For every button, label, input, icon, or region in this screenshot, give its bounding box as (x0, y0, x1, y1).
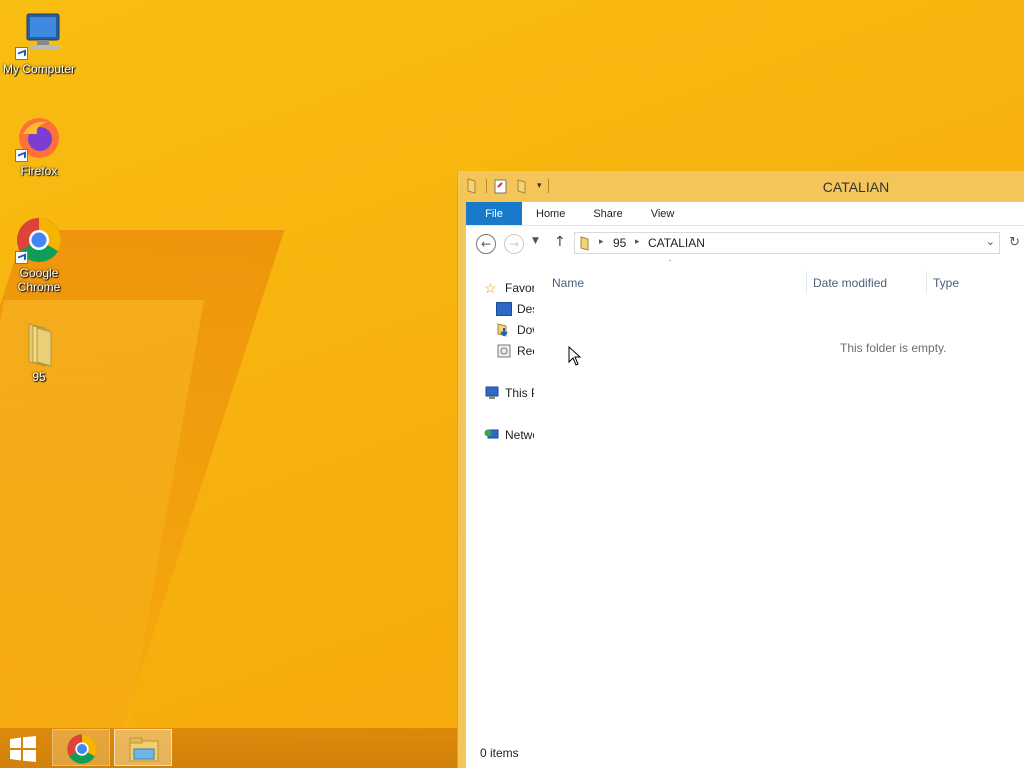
shortcut-arrow-icon (15, 47, 28, 60)
file-explorer-icon (129, 737, 159, 762)
address-row: ← → ▼ ↑ ▸ 95 ▸ CATALIAN ⌄ ↻ (466, 225, 1024, 262)
up-button[interactable]: ↑ (554, 234, 566, 250)
downloads-icon (496, 323, 512, 337)
desktop-icon (496, 302, 512, 316)
taskbar (0, 728, 457, 768)
back-button[interactable]: ← (476, 234, 496, 254)
desktop-icon-google-chrome[interactable]: Google Chrome (1, 216, 77, 294)
chrome-icon (67, 734, 97, 764)
desktop-icon-folder-95[interactable]: 95 (1, 320, 77, 384)
sort-ascending-icon: ˄ (668, 259, 672, 268)
desktop-icon-firefox[interactable]: Firefox (1, 114, 77, 178)
column-header-date-modified[interactable]: Date modified (813, 276, 887, 296)
recent-locations-icon[interactable]: ▼ (532, 236, 539, 246)
refresh-icon[interactable]: ↻ (1009, 235, 1020, 250)
column-divider[interactable] (806, 271, 807, 293)
column-divider[interactable] (926, 271, 927, 293)
nav-item-desktop[interactable]: Desktop (496, 300, 534, 318)
column-header-type[interactable]: Type (933, 276, 959, 296)
desktop-icon-my-computer[interactable]: My Computer (1, 12, 77, 76)
desktop-icon-label: Firefox (20, 164, 58, 178)
desktop-icon-label: Google Chrome (17, 266, 61, 294)
shortcut-arrow-icon (15, 251, 28, 264)
explorer-window: ▾ CATALIAN File Home Share View ← → ▼ ↑ … (457, 171, 1024, 768)
computer-icon (484, 386, 500, 400)
shortcut-arrow-icon (15, 149, 28, 162)
column-header-name[interactable]: Name (552, 276, 584, 296)
network-icon (484, 428, 500, 442)
tab-file[interactable]: File (466, 202, 522, 225)
tab-view[interactable]: View (637, 208, 689, 220)
window-title: CATALIAN (822, 179, 890, 195)
explorer-client: ← → ▼ ↑ ▸ 95 ▸ CATALIAN ⌄ ↻ ☆ Favor De D… (466, 225, 1024, 768)
tab-share[interactable]: Share (579, 208, 636, 220)
windows-logo-icon (10, 736, 36, 762)
start-button[interactable] (8, 736, 40, 762)
taskbar-file-explorer-button[interactable] (114, 729, 172, 766)
tab-home[interactable]: Home (522, 208, 579, 220)
desktop-icon-label: My Computer (2, 62, 76, 76)
firefox-icon (15, 114, 63, 162)
star-icon: ☆ (484, 279, 497, 296)
forward-button[interactable]: → (504, 234, 524, 254)
breadcrumb-segment[interactable]: 95 (613, 236, 626, 250)
mouse-cursor-icon (568, 346, 582, 366)
navigation-pane: ☆ Favorites Desktop Downloads Recent pla… (466, 261, 534, 738)
nav-item-network[interactable]: Network (484, 426, 534, 444)
empty-folder-message: This folder is empty. (840, 341, 947, 355)
folder-icon (15, 320, 63, 368)
computer-icon (15, 12, 63, 60)
nav-item-recent-places[interactable]: Recent places (496, 342, 534, 360)
taskbar-chrome-button[interactable] (52, 729, 110, 766)
nav-item-favorites[interactable]: ☆ Favorites (484, 279, 534, 297)
arrow-left-icon: ← (480, 237, 492, 251)
breadcrumb-chevron-icon[interactable]: ▸ (635, 236, 640, 247)
address-bar[interactable]: ▸ 95 ▸ CATALIAN ⌄ (574, 232, 1000, 254)
breadcrumb-segment[interactable]: CATALIAN (648, 236, 705, 250)
desktop-icon-label: 95 (32, 370, 46, 384)
breadcrumb-chevron-icon[interactable]: ▸ (599, 236, 604, 247)
nav-item-downloads[interactable]: Downloads (496, 321, 534, 339)
folder-icon (580, 236, 589, 251)
address-dropdown-icon[interactable]: ⌄ (986, 235, 995, 248)
status-item-count: 0 items (480, 746, 519, 760)
file-list: ˄ Name Date modified Type This folder is… (534, 259, 1024, 738)
arrow-right-icon: → (508, 237, 520, 251)
nav-item-this-pc[interactable]: This PC (484, 384, 534, 402)
title-bar[interactable]: ▾ CATALIAN (458, 171, 1024, 202)
ribbon-tabs: File Home Share View (466, 202, 1024, 225)
recent-places-icon (496, 344, 512, 358)
chrome-icon (15, 216, 63, 264)
